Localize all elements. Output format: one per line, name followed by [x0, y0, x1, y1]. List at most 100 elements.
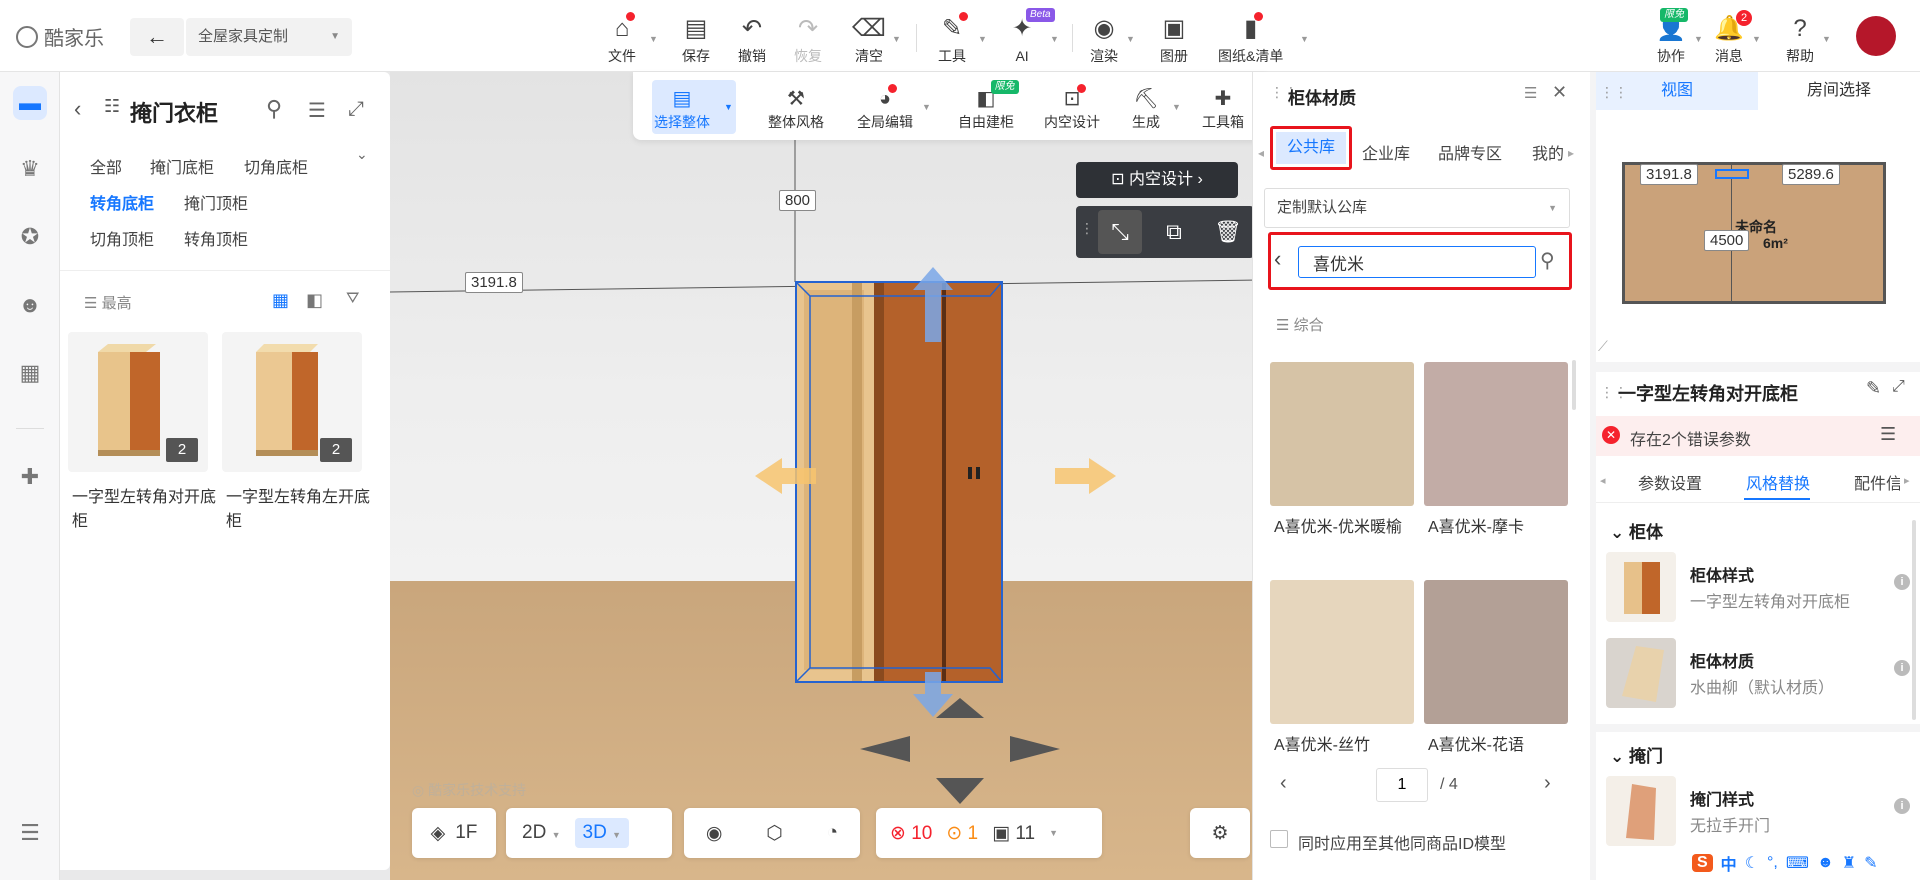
view-3d-button[interactable]: 3D ▼ [574, 818, 629, 848]
chevron-left-icon[interactable]: ◂ [1600, 474, 1606, 487]
category-link-active[interactable]: 转角底柜 [90, 190, 154, 214]
tab-accessories[interactable]: 配件信 [1854, 470, 1900, 494]
chevron-right-icon[interactable]: ▸ [1568, 146, 1574, 160]
chevron-down-icon[interactable]: ▼ [978, 34, 987, 44]
section-door[interactable]: ⌄ 掩门 [1610, 742, 1663, 767]
material-name[interactable]: A喜优米-丝竹 [1274, 734, 1424, 758]
toolbox-button[interactable]: ✚ 工具箱 [1202, 82, 1244, 132]
select-all-button[interactable]: ▤ 选择整体 [654, 82, 710, 132]
avatar[interactable] [1856, 16, 1896, 56]
chevron-right-icon[interactable]: ▸ [1904, 474, 1910, 487]
chevron-down-icon[interactable]: ▼ [1126, 34, 1135, 44]
render-button[interactable]: ◉ 渲染 [1090, 6, 1118, 66]
furniture-icon[interactable]: ▬ [13, 86, 47, 120]
category-link[interactable]: 全部 [90, 154, 122, 178]
sort-dropdown[interactable]: ☰ 综合 [1276, 314, 1324, 335]
material-swatch[interactable] [1270, 362, 1414, 506]
prev-page-icon[interactable]: ‹ [1280, 772, 1287, 795]
drag-handle-icon[interactable]: ⋮ [1080, 220, 1094, 237]
resize-icon[interactable]: ⤡ [1098, 210, 1142, 254]
info-icon[interactable]: i [1894, 660, 1910, 676]
chevron-down-icon[interactable]: ▼ [1752, 34, 1761, 44]
apply-checkbox[interactable] [1270, 830, 1288, 848]
material-name[interactable]: A喜优米-摩卡 [1428, 516, 1578, 540]
dimension-label-left[interactable]: 3191.8 [465, 272, 523, 293]
chevron-down-icon[interactable]: ▼ [1822, 34, 1831, 44]
interior-design-button[interactable]: ⊡ 内空设计 [1044, 82, 1100, 132]
section-cabinet[interactable]: ⌄ 柜体 [1610, 518, 1663, 543]
material-swatch[interactable] [1424, 362, 1568, 506]
undo-button[interactable]: ↶ 撤销 [738, 6, 766, 66]
ime-toolbar[interactable]: S 中 ☾ °, ⌨ ☻ ♜ ✎ [1688, 846, 1920, 880]
chevron-down-icon[interactable]: ▼ [724, 102, 733, 112]
selected-cabinet-marker[interactable] [1715, 169, 1749, 179]
apply-checkbox-label[interactable]: 同时应用至其他同商品ID模型 [1298, 830, 1506, 854]
scrollbar[interactable] [1912, 520, 1916, 720]
material-swatch[interactable] [1270, 580, 1414, 724]
sort-dropdown[interactable]: ☰ 最高 [84, 292, 132, 313]
dimension-label[interactable]: 3191.8 [1640, 164, 1698, 185]
tab-params[interactable]: 参数设置 [1638, 470, 1702, 494]
help-button[interactable]: ? 帮助 [1786, 6, 1814, 66]
filter-icon[interactable]: ⛛ [346, 290, 359, 308]
global-edit-button[interactable]: ◕ 全局编辑 [857, 82, 913, 132]
close-icon[interactable]: ✕ [1552, 82, 1567, 103]
clear-button[interactable]: ⌫ 清空 [852, 6, 886, 66]
generate-button[interactable]: ⛏ 生成 [1132, 82, 1160, 132]
medal-icon[interactable]: ✪ [13, 220, 47, 254]
back-button[interactable]: ← [130, 18, 184, 56]
tab-public-library[interactable]: 公共库 [1276, 132, 1346, 164]
property-item[interactable]: 柜体样式 一字型左转角对开底柜 i [1606, 546, 1920, 626]
collab-button[interactable]: 👤 限免 协作 [1656, 6, 1688, 66]
material-name[interactable]: A喜优米-花语 [1428, 734, 1578, 758]
chevron-down-icon[interactable]: ▼ [1172, 102, 1181, 112]
tools-button[interactable]: ✎ 工具 [938, 6, 969, 66]
redo-button[interactable]: ↷ 恢复 [794, 6, 822, 66]
tab-enterprise-library[interactable]: 企业库 [1362, 140, 1410, 164]
dimension-label-top[interactable]: 800 [779, 190, 817, 211]
messages-button[interactable]: 🔔 2 消息 [1714, 6, 1753, 66]
app-logo[interactable]: 酷家乐 [16, 22, 104, 51]
resize-handle-icon[interactable]: ⟋ [1598, 338, 1608, 355]
back-icon[interactable]: ‹ [74, 96, 81, 122]
panel-toggle-icon[interactable]: ☰ [13, 816, 47, 850]
category-link[interactable]: 切角顶柜 [90, 226, 154, 250]
category-link[interactable]: 掩门顶柜 [184, 190, 248, 214]
copy-icon[interactable]: ⧉ [1152, 210, 1196, 254]
material-name[interactable]: A喜优米-优米暖榆 [1274, 516, 1424, 540]
back-icon[interactable]: ‹ [1274, 246, 1281, 272]
product-name[interactable]: 一字型左转角左开底柜 [226, 486, 376, 534]
plugin-icon[interactable]: ✚ [13, 460, 47, 494]
drag-handle-icon[interactable]: ⋮⋮ [1600, 84, 1628, 101]
chevron-down-icon[interactable]: ▼ [922, 102, 931, 112]
crown-icon[interactable]: ♛ [13, 152, 47, 186]
ai-button[interactable]: ✦ Beta AI [1012, 6, 1055, 66]
sort-icon[interactable]: ☰ [1524, 84, 1537, 102]
property-item[interactable]: 柜体材质 水曲柳（默认材质） i [1606, 632, 1920, 712]
chevron-down-icon[interactable]: ▼ [1300, 34, 1309, 44]
drawings-button[interactable]: ▮ 图纸&清单 [1218, 6, 1283, 66]
chevron-down-icon[interactable]: ▼ [892, 34, 901, 44]
category-link[interactable]: 掩门底柜 [150, 154, 214, 178]
edit-icon[interactable]: ✎ [1866, 378, 1881, 399]
library-select[interactable]: 定制默认公库 ▼ [1264, 188, 1570, 228]
next-page-icon[interactable]: › [1544, 772, 1551, 795]
floor-select[interactable]: ◈ 1F [412, 808, 496, 858]
interior-design-shortcut[interactable]: ⊡ 内空设计 › [1076, 162, 1238, 198]
chevron-left-icon[interactable]: ◂ [1258, 146, 1264, 160]
chevron-down-icon[interactable]: ⌄ [356, 146, 368, 163]
tab-brand-zone[interactable]: 品牌专区 [1438, 140, 1502, 164]
issue-counters[interactable]: ⊗ 10 ⊙ 1 ▣ 11 ▼ [876, 808, 1102, 858]
image-button[interactable]: ▣ 图册 [1160, 6, 1188, 66]
settings-toggle[interactable]: ⚙ [1190, 808, 1250, 858]
delete-icon[interactable]: 🗑 [1206, 210, 1250, 254]
tab-style-replace[interactable]: 风格替换 [1746, 470, 1810, 494]
category-link[interactable]: 切角底柜 [244, 154, 308, 178]
product-name[interactable]: 一字型左转角对开底柜 [72, 486, 222, 534]
sort-icon[interactable]: ☰ [308, 98, 326, 123]
overall-style-button[interactable]: ⚒ 整体风格 [768, 82, 824, 132]
dimension-label[interactable]: 5289.6 [1782, 164, 1840, 185]
material-swatch[interactable] [1424, 580, 1568, 724]
category-link[interactable]: 转角顶柜 [184, 226, 248, 250]
property-item[interactable]: 掩门样式 无拉手开门 i [1606, 770, 1920, 850]
